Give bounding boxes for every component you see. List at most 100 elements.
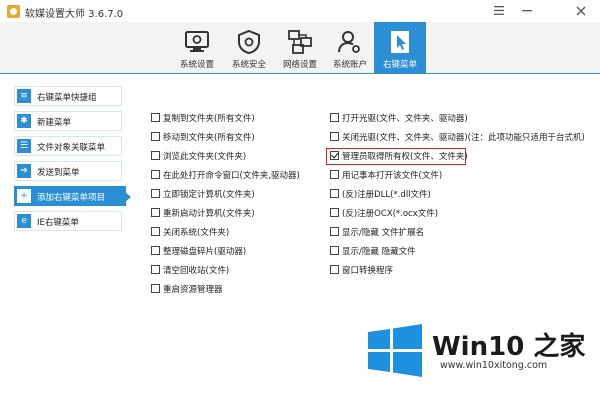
- checkbox[interactable]: [151, 113, 160, 122]
- checkbox[interactable]: [330, 227, 339, 236]
- option-label: 关闭光驱(文件、文件夹、驱动器)(注：此项功能只适用于台式机): [342, 133, 585, 143]
- checkbox[interactable]: [151, 246, 160, 255]
- cursor-click-icon: [391, 31, 409, 53]
- checkbox[interactable]: [330, 113, 339, 122]
- checkbox[interactable]: [330, 265, 339, 274]
- network-icon: [288, 30, 312, 54]
- option-open-with-notepad[interactable]: 用记事本打开该文件(文件): [330, 169, 442, 183]
- sidebar-item-new-menu[interactable]: ✱ 新建菜单: [14, 111, 122, 131]
- checkbox[interactable]: [151, 265, 160, 274]
- tab-system-security[interactable]: 系统安全: [223, 22, 275, 74]
- option-label: 关闭系统(文件夹): [163, 228, 230, 238]
- tab-label: 右键菜单: [382, 60, 417, 70]
- watermark-brand: Win10 之家: [432, 332, 586, 362]
- option-label: 清空回收站(文件): [163, 266, 230, 276]
- watermark-url: www.win10xitong.com: [440, 360, 548, 371]
- option-close-cd-drive[interactable]: 关闭光驱(文件、文件夹、驱动器)(注：此项功能只适用于台式机): [330, 131, 585, 145]
- checkbox[interactable]: [151, 208, 160, 217]
- option-restart-computer[interactable]: 重新启动计算机(文件夹): [151, 207, 255, 221]
- option-copy-to-folder[interactable]: 复制到文件夹(所有文件): [151, 112, 255, 126]
- sidebar-item-label: 文件对象关联菜单: [37, 143, 106, 153]
- option-register-dll[interactable]: (反)注册DLL(*.dll文件): [330, 188, 431, 202]
- option-label: 窗口转换程序: [342, 266, 394, 276]
- checkbox[interactable]: [151, 170, 160, 179]
- option-open-cmd-here[interactable]: 在此处打开命令窗口(文件夹,驱动器): [151, 169, 300, 183]
- option-label: 复制到文件夹(所有文件): [163, 114, 255, 124]
- option-empty-recycle-bin[interactable]: 清空回收站(文件): [151, 264, 229, 278]
- option-shutdown[interactable]: 关闭系统(文件夹): [151, 226, 229, 240]
- app-logo-icon: [7, 5, 20, 18]
- checkbox[interactable]: [330, 246, 339, 255]
- sidebar-item-label: 右键菜单快捷组: [37, 93, 97, 103]
- checkbox[interactable]: [330, 151, 339, 160]
- window-title: 软媒设置大师 3.6.7.0: [25, 9, 124, 20]
- sidebar-item-send-to-menu[interactable]: ➜ 发送到菜单: [14, 161, 122, 181]
- checkbox[interactable]: [151, 189, 160, 198]
- option-open-cd-drive[interactable]: 打开光驱(文件、文件夹、驱动器): [330, 112, 468, 126]
- option-label: 显示/隐藏 隐藏文件: [342, 247, 416, 257]
- checkbox[interactable]: [151, 132, 160, 141]
- option-label: 立即锁定计算机(文件夹): [163, 190, 255, 200]
- option-take-ownership[interactable]: 管理员取得所有权(文件、文件夹): [330, 150, 468, 164]
- checkbox[interactable]: [330, 189, 339, 198]
- option-restart-explorer[interactable]: 重启资源管理器: [151, 283, 223, 297]
- option-move-to-folder[interactable]: 移动到文件夹(所有文件): [151, 131, 255, 145]
- option-label: 管理员取得所有权(文件、文件夹): [342, 152, 468, 162]
- tab-system-settings[interactable]: 系统设置: [171, 22, 223, 74]
- sidebar-item-context-menu-groups[interactable]: ≡ 右键菜单快捷组: [14, 86, 122, 106]
- new-menu-icon: ✱: [17, 114, 31, 128]
- option-label: 整理磁盘碎片(驱动器): [163, 247, 247, 257]
- option-label: (反)注册DLL(*.dll文件): [342, 190, 431, 200]
- checkbox[interactable]: [151, 284, 160, 293]
- checkbox[interactable]: [151, 151, 160, 160]
- windows-logo-icon: [368, 324, 422, 377]
- checkbox[interactable]: [330, 208, 339, 217]
- option-label: 重新启动计算机(文件夹): [163, 209, 255, 219]
- sidebar-item-label: 新建菜单: [37, 118, 72, 128]
- shield-gear-icon: [238, 29, 260, 55]
- option-label: (反)注册OCX(*.ocx文件): [342, 209, 439, 219]
- tab-label: 系统账户: [332, 60, 367, 70]
- sidebar: ≡ 右键菜单快捷组 ✱ 新建菜单 ☰ 文件对象关联菜单 ➜ 发送到菜单 + 添加…: [14, 86, 131, 236]
- title-bar: 软媒设置大师 3.6.7.0: [0, 0, 600, 22]
- user-account-icon: [338, 31, 360, 53]
- tab-system-account[interactable]: 系统账户: [324, 22, 376, 74]
- option-browse-folder[interactable]: 浏览此文件夹(文件夹): [151, 150, 246, 164]
- menu-list-icon: ≡: [17, 89, 31, 103]
- ie-icon: e: [17, 214, 31, 228]
- option-label: 显示/隐藏 文件扩展名: [342, 228, 425, 238]
- monitor-gear-icon: [185, 31, 209, 52]
- option-label: 重启资源管理器: [163, 285, 223, 295]
- option-label: 在此处打开命令窗口(文件夹,驱动器): [163, 171, 300, 181]
- send-to-icon: ➜: [17, 164, 31, 178]
- option-lock-computer[interactable]: 立即锁定计算机(文件夹): [151, 188, 255, 202]
- option-register-ocx[interactable]: (反)注册OCX(*.ocx文件): [330, 207, 438, 221]
- minimize-icon[interactable]: [516, 2, 538, 20]
- sidebar-item-label: IE右键菜单: [37, 218, 79, 228]
- menu-icon[interactable]: [488, 2, 510, 20]
- sidebar-item-label: 发送到菜单: [37, 168, 80, 178]
- option-label: 用记事本打开该文件(文件): [342, 171, 443, 181]
- sidebar-item-label: 添加右键菜单项目: [37, 193, 106, 203]
- option-label: 浏览此文件夹(文件夹): [163, 152, 247, 162]
- main-toolbar: 系统设置 系统安全 网络设置 系统账户 右键菜单: [0, 22, 600, 74]
- file-list-icon: ☰: [17, 139, 31, 153]
- checkbox[interactable]: [151, 227, 160, 236]
- option-toggle-hidden-files[interactable]: 显示/隐藏 隐藏文件: [330, 245, 416, 259]
- checkbox[interactable]: [330, 132, 339, 141]
- add-item-icon: +: [17, 189, 31, 203]
- option-label: 打开光驱(文件、文件夹、驱动器): [342, 114, 468, 124]
- option-defrag[interactable]: 整理磁盘碎片(驱动器): [151, 245, 246, 259]
- checkbox[interactable]: [330, 170, 339, 179]
- tab-context-menu[interactable]: 右键菜单: [374, 22, 426, 74]
- sidebar-item-add-context-item[interactable]: + 添加右键菜单项目: [14, 186, 131, 206]
- tab-network-settings[interactable]: 网络设置: [274, 22, 326, 74]
- option-label: 移动到文件夹(所有文件): [163, 133, 255, 143]
- option-window-switcher[interactable]: 窗口转换程序: [330, 264, 393, 278]
- tab-label: 网络设置: [282, 60, 317, 70]
- close-icon[interactable]: [570, 2, 592, 20]
- sidebar-item-ie-context-menu[interactable]: e IE右键菜单: [14, 211, 122, 231]
- tab-label: 系统安全: [231, 60, 266, 70]
- option-toggle-file-extensions[interactable]: 显示/隐藏 文件扩展名: [330, 226, 424, 240]
- sidebar-item-file-association-menu[interactable]: ☰ 文件对象关联菜单: [14, 136, 122, 156]
